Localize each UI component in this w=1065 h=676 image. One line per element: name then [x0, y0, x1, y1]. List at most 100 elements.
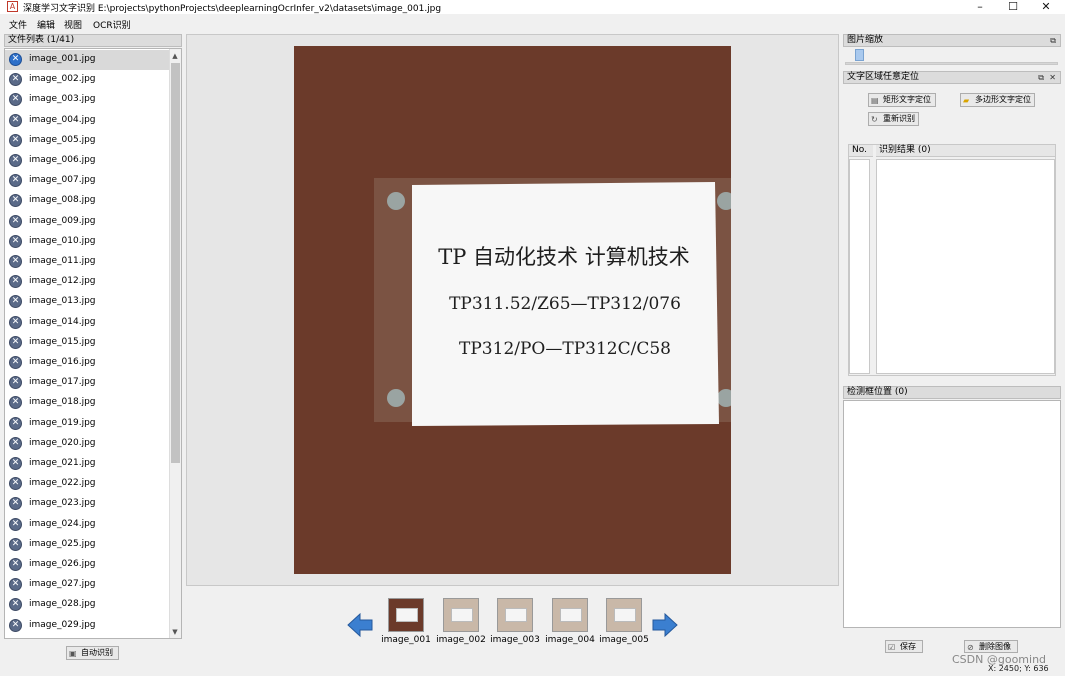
- close-panel-icon[interactable]: ✕: [1049, 72, 1056, 83]
- file-name: image_002.jpg: [29, 74, 96, 85]
- menu-view[interactable]: 视图: [64, 18, 82, 31]
- file-list-item[interactable]: ✕ image_028.jpg: [5, 595, 171, 615]
- auto-recognize-button[interactable]: ▣ 自动识别: [66, 646, 119, 660]
- re-recognize-button[interactable]: ↻ 重新识别: [868, 112, 919, 126]
- thumbnail-image[interactable]: [606, 598, 642, 632]
- file-list-item[interactable]: ✕ image_020.jpg: [5, 434, 171, 454]
- menu-file[interactable]: 文件: [9, 18, 27, 31]
- zoom-slider-handle[interactable]: [855, 49, 864, 61]
- cursor-coords: X: 2450; Y: 636: [988, 664, 1049, 673]
- file-list-item[interactable]: ✕ image_007.jpg: [5, 171, 171, 191]
- result-column-list[interactable]: [876, 159, 1055, 374]
- thumbnail-label[interactable]: image_005: [596, 635, 652, 645]
- next-arrow-icon[interactable]: [651, 612, 679, 638]
- poly-locate-button[interactable]: ▰ 多边形文字定位: [960, 93, 1035, 107]
- file-list-item[interactable]: ✕ image_018.jpg: [5, 393, 171, 413]
- maximize-button[interactable]: ☐: [997, 0, 1029, 14]
- file-name: image_008.jpg: [29, 195, 96, 206]
- minimize-button[interactable]: –: [964, 0, 996, 14]
- file-list-item[interactable]: ✕ image_016.jpg: [5, 353, 171, 373]
- file-list-item[interactable]: ✕ image_012.jpg: [5, 272, 171, 292]
- file-list-item[interactable]: ✕ image_010.jpg: [5, 232, 171, 252]
- no-column-list[interactable]: [849, 159, 870, 374]
- file-list-item[interactable]: ✕ image_019.jpg: [5, 414, 171, 434]
- thumbnail-paper: [505, 608, 527, 622]
- thumbnail-label[interactable]: image_003: [487, 635, 543, 645]
- plate-screw-bl: [387, 389, 405, 407]
- file-name: image_010.jpg: [29, 235, 96, 246]
- file-list-item[interactable]: ✕ image_003.jpg: [5, 90, 171, 110]
- bbox-list[interactable]: [843, 400, 1061, 628]
- file-list-item[interactable]: ✕ image_013.jpg: [5, 292, 171, 312]
- file-list-item[interactable]: ✕ image_024.jpg: [5, 515, 171, 535]
- close-circle-icon: ✕: [9, 133, 22, 147]
- delete-image-button[interactable]: ⊘ 删除图像: [964, 640, 1018, 653]
- save-button[interactable]: ☑ 保存: [885, 640, 923, 653]
- col-header-no[interactable]: No.: [849, 145, 873, 157]
- photo-canvas[interactable]: TP 自动化技术 计算机技术 TP311.52/Z65—TP312/076 TP…: [294, 46, 731, 574]
- thumbnail-image[interactable]: [497, 598, 533, 632]
- delete-label: 删除图像: [979, 642, 1011, 651]
- menu-bar: 文件 编辑 视图 OCR识别: [0, 17, 1065, 32]
- thumbnail-paper: [396, 608, 418, 622]
- file-name: image_004.jpg: [29, 114, 96, 125]
- file-list-item[interactable]: ✕ image_026.jpg: [5, 555, 171, 575]
- prev-arrow-icon[interactable]: [346, 612, 374, 638]
- file-list-item[interactable]: ✕ image_004.jpg: [5, 111, 171, 131]
- thumbnail-label[interactable]: image_004: [542, 635, 598, 645]
- close-circle-icon: ✕: [9, 436, 22, 450]
- file-list-item[interactable]: ✕ image_023.jpg: [5, 494, 171, 514]
- file-list-item[interactable]: ✕ image_022.jpg: [5, 474, 171, 494]
- close-circle-icon: ✕: [9, 376, 22, 390]
- float-panel-icon[interactable]: ⧉: [1038, 72, 1044, 83]
- menu-edit[interactable]: 编辑: [37, 18, 55, 31]
- thumbnail-image[interactable]: [443, 598, 479, 632]
- file-list-item[interactable]: ✕ image_009.jpg: [5, 212, 171, 232]
- file-name: image_016.jpg: [29, 357, 96, 367]
- file-list-item[interactable]: ✕ image_027.jpg: [5, 575, 171, 595]
- close-circle-icon: ✕: [9, 598, 22, 612]
- file-list-item[interactable]: ✕ image_017.jpg: [5, 373, 171, 393]
- file-list-item[interactable]: ✕ image_015.jpg: [5, 333, 171, 353]
- plate-screw-tl: [387, 192, 405, 210]
- close-button[interactable]: ✕: [1030, 0, 1062, 14]
- thumbnail-label[interactable]: image_001: [378, 635, 434, 645]
- thumbnail-image[interactable]: [552, 598, 588, 632]
- file-list-item[interactable]: ✕ image_005.jpg: [5, 131, 171, 151]
- close-circle-icon: ✕: [9, 174, 22, 188]
- file-list-item[interactable]: ✕ image_008.jpg: [5, 191, 171, 211]
- re-recognize-label: 重新识别: [883, 114, 915, 123]
- file-list-item[interactable]: ✕ image_021.jpg: [5, 454, 171, 474]
- file-list-item[interactable]: ✕ image_001.jpg: [5, 50, 171, 70]
- file-list: ✕ image_001.jpg ✕ image_002.jpg ✕ image_003.j…: [4, 48, 182, 639]
- col-header-result[interactable]: 识别结果 (0): [876, 145, 1055, 157]
- close-circle-icon: ✕: [9, 275, 22, 289]
- menu-ocr[interactable]: OCR识别: [93, 18, 131, 31]
- file-name: image_023.jpg: [29, 498, 96, 509]
- region-panel-title: 文字区域任意定位: [847, 72, 920, 82]
- close-circle-icon: ✕: [9, 53, 22, 66]
- file-list-item[interactable]: ✕ image_025.jpg: [5, 535, 171, 555]
- close-circle-icon: ✕: [9, 214, 22, 228]
- file-name: image_026.jpg: [29, 559, 96, 569]
- rect-locate-button[interactable]: ▤ 矩形文字定位: [868, 93, 936, 107]
- file-list-item[interactable]: ✕ image_006.jpg: [5, 151, 171, 171]
- scroll-up-arrow-icon[interactable]: ▲: [169, 50, 181, 62]
- file-list-item[interactable]: ✕ image_029.jpg: [5, 616, 171, 636]
- polygon-icon: ▰: [963, 96, 970, 105]
- thumbnail-label[interactable]: image_002: [433, 635, 489, 645]
- auto-recognize-label: 自动识别: [81, 648, 113, 657]
- file-list-item[interactable]: ✕ image_014.jpg: [5, 313, 171, 333]
- scroll-down-arrow-icon[interactable]: ▼: [169, 626, 181, 638]
- scrollbar-thumb[interactable]: [171, 63, 180, 463]
- bbox-panel-header: 检测框位置 (0): [843, 386, 1061, 399]
- file-list-item[interactable]: ✕ image_002.jpg: [5, 70, 171, 90]
- file-name: image_027.jpg: [29, 579, 96, 590]
- auto-recognize-icon: ▣: [69, 649, 77, 658]
- close-circle-icon: ✕: [9, 73, 22, 87]
- zoom-slider-track[interactable]: [845, 62, 1058, 65]
- file-list-item[interactable]: ✕ image_011.jpg: [5, 252, 171, 272]
- thumbnail-image[interactable]: [388, 598, 424, 632]
- close-circle-icon: ✕: [9, 194, 22, 208]
- float-panel-icon[interactable]: ⧉: [1050, 35, 1056, 46]
